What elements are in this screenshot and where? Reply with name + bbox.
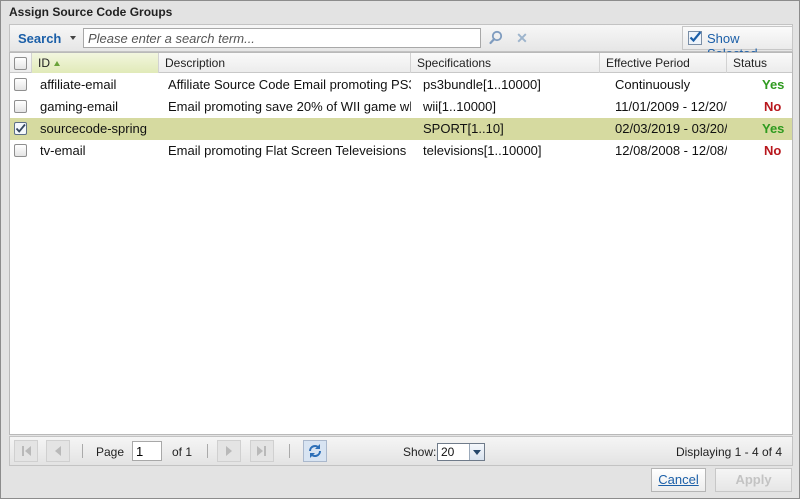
refresh-icon[interactable] bbox=[303, 440, 327, 462]
column-header-label: Effective Period bbox=[606, 56, 690, 70]
cell-effective-period: Continuously bbox=[615, 77, 691, 92]
page-count-label: of 1 bbox=[172, 445, 193, 459]
apply-button[interactable]: Apply bbox=[715, 468, 792, 492]
show-selected-toggle[interactable]: Show Selected bbox=[682, 26, 793, 61]
table-row-selected[interactable]: sourcecode-spring SPORT[1..10] 02/03/201… bbox=[10, 118, 792, 140]
chevron-down-icon[interactable] bbox=[469, 444, 484, 460]
column-header-effective-period[interactable]: Effective Period bbox=[600, 53, 727, 73]
sort-ascending-icon bbox=[54, 61, 60, 67]
column-header-label: ID bbox=[38, 56, 50, 70]
cell-status: Yes bbox=[762, 77, 785, 92]
show-selected-checkbox[interactable] bbox=[688, 31, 702, 45]
grid-header-row: ID Description Specifications Effective … bbox=[10, 53, 792, 73]
column-header-label: Description bbox=[165, 56, 226, 70]
cell-id: tv-email bbox=[40, 143, 86, 158]
cell-status: Yes bbox=[762, 121, 785, 136]
column-header-status[interactable]: Status bbox=[727, 53, 792, 73]
cancel-button[interactable]: Cancel bbox=[651, 468, 706, 492]
search-toolbar: Search ✕ Show Selected bbox=[9, 24, 793, 61]
cell-description bbox=[168, 118, 411, 140]
assign-source-code-groups-dialog: Assign Source Code Groups Search ✕ Show … bbox=[0, 0, 800, 499]
table-row[interactable]: gaming-email Email promoting save 20% of… bbox=[10, 96, 792, 118]
page-number-input[interactable] bbox=[132, 441, 162, 461]
page-size-select[interactable]: 20 bbox=[437, 443, 485, 461]
cell-specifications: wii[1..10000] bbox=[423, 99, 496, 114]
search-icon[interactable] bbox=[485, 28, 507, 48]
select-all-header bbox=[10, 53, 32, 73]
cell-description: Email promoting save 20% of WII game wh.… bbox=[168, 99, 411, 114]
cell-effective-period: 02/03/2019 - 03/20/... bbox=[615, 121, 727, 136]
last-page-button[interactable] bbox=[250, 440, 274, 462]
cell-status: No bbox=[764, 143, 782, 158]
toolbar-separator bbox=[82, 444, 83, 458]
dialog-titlebar[interactable]: Assign Source Code Groups bbox=[1, 1, 799, 23]
cell-specifications: ps3bundle[1..10000] bbox=[423, 77, 541, 92]
cell-id: gaming-email bbox=[40, 99, 119, 114]
clear-search-icon[interactable]: ✕ bbox=[512, 28, 532, 48]
toolbar-separator bbox=[289, 444, 290, 458]
row-checkbox[interactable] bbox=[14, 78, 27, 91]
paging-toolbar: Page of 1 Show: 20 Displaying 1 - 4 of 4 bbox=[9, 436, 793, 466]
row-checkbox-checked[interactable] bbox=[14, 122, 27, 135]
next-page-button[interactable] bbox=[217, 440, 241, 462]
search-input[interactable] bbox=[83, 28, 481, 48]
toolbar-separator bbox=[207, 444, 208, 458]
dialog-title: Assign Source Code Groups bbox=[9, 5, 173, 19]
row-checkbox[interactable] bbox=[14, 144, 27, 157]
search-menu-button[interactable]: Search bbox=[18, 31, 61, 46]
column-header-label: Status bbox=[733, 56, 768, 70]
cell-status: No bbox=[764, 99, 782, 114]
chevron-down-icon[interactable] bbox=[70, 36, 76, 40]
cell-id: sourcecode-spring bbox=[40, 121, 147, 136]
table-row[interactable]: tv-email Email promoting Flat Screen Tel… bbox=[10, 140, 792, 162]
column-header-description[interactable]: Description bbox=[159, 53, 411, 73]
column-header-specifications[interactable]: Specifications bbox=[411, 53, 600, 73]
previous-page-button[interactable] bbox=[46, 440, 70, 462]
show-label: Show: bbox=[403, 445, 437, 459]
column-header-id[interactable]: ID bbox=[32, 53, 159, 73]
source-code-groups-grid: ID Description Specifications Effective … bbox=[9, 52, 793, 435]
cell-description: Email promoting Flat Screen Televeisions bbox=[168, 143, 407, 158]
displaying-count: Displaying 1 - 4 of 4 bbox=[675, 445, 782, 459]
cell-effective-period: 11/01/2009 - 12/20/... bbox=[615, 99, 727, 114]
page-label: Page bbox=[96, 445, 125, 459]
cell-id: affiliate-email bbox=[40, 77, 117, 92]
cell-specifications: televisions[1..10000] bbox=[423, 143, 542, 158]
column-header-label: Specifications bbox=[417, 56, 492, 70]
table-row[interactable]: affiliate-email Affiliate Source Code Em… bbox=[10, 74, 792, 96]
page-size-value: 20 bbox=[441, 445, 455, 459]
row-checkbox[interactable] bbox=[14, 100, 27, 113]
select-all-checkbox[interactable] bbox=[14, 57, 27, 70]
first-page-button[interactable] bbox=[14, 440, 38, 462]
cell-specifications: SPORT[1..10] bbox=[423, 121, 504, 136]
cell-description: Affiliate Source Code Email promoting PS… bbox=[168, 77, 411, 92]
cell-effective-period: 12/08/2008 - 12/08/... bbox=[615, 143, 727, 158]
